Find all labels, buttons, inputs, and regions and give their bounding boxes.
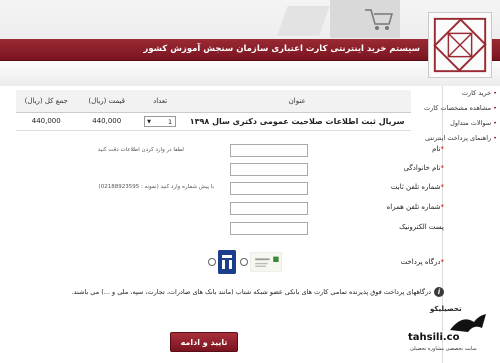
bullet-icon: • [493,119,497,127]
table-header-row: عنوان تعداد قیمت (ریال) جمع کل (ریال) [16,90,411,113]
purchase-form: *نام لطفا در وارد کردن اطلاعات دقت کنید … [8,142,444,363]
bullet-icon: • [493,104,497,112]
page-header: سیستم خرید اینترنتی کارت اعتباری سازمان … [0,0,500,86]
form-hint: لطفا در وارد کردن اطلاعات دقت کنید [97,147,184,153]
header-band [0,61,500,86]
gateway-info: iدرگاههای پرداخت فوق پذیرنده تمامی کارت … [14,287,444,297]
bullet-icon: • [493,134,497,142]
sidebar-item-label: مشاهده مشخصات کارت [423,104,492,112]
sidebar-item-faq[interactable]: •سوالات متداول [443,116,500,131]
price-cell: 440,000 [76,112,137,131]
phone-note: با پیش شماره وارد کنید (نمونه : 02188923… [98,184,214,190]
sidebar-item-label: سوالات متداول [450,119,492,127]
watermark-sub: سایت تخصصی مشاوره تحصیلی [410,346,477,352]
sidebar-item-buy-card[interactable]: •خرید کارت [443,86,500,101]
sidebar-item-label: خرید کارت [461,89,492,97]
product-title: سریال ثبت اطلاعات صلاحیت عمومی دکتری سال… [183,112,411,131]
gateway-radio-1[interactable] [240,258,248,266]
gateway-row: *درگاه پرداخت [8,248,444,278]
gateway-logo-1 [250,252,282,272]
sidebar-item-label: راهنمای پرداخت اینترنتی [425,134,492,142]
last-name-row: *نام خانوادگی [8,163,444,177]
cart-table: عنوان تعداد قیمت (ریال) جمع کل (ریال) سر… [16,90,411,131]
bullet-icon: • [493,89,497,97]
last-name-input[interactable] [230,163,308,176]
col-price: قیمت (ریال) [76,90,137,113]
email-input[interactable] [230,222,308,235]
watermark: تحصیلیکو tahsili.co سایت تخصصی مشاوره تح… [404,302,500,363]
col-title: عنوان [183,90,411,113]
phone-row: *شماره تلفن ثابت با پیش شماره وارد کنید … [8,182,444,196]
table-row: سریال ثبت اطلاعات صلاحیت عمومی دکتری سال… [16,112,411,131]
mobile-row: *شماره تلفن همراه [8,202,444,216]
last-name-label: *نام خانوادگی [403,164,444,172]
phone-label: *شماره تلفن ثابت [390,183,444,191]
email-row: پست الکترونیک [8,222,444,236]
col-qty: تعداد [136,90,184,113]
col-total: جمع کل (ریال) [16,90,77,113]
first-name-row: *نام لطفا در وارد کردن اطلاعات دقت کنید [8,144,444,158]
quantity-select[interactable]: 1 ▼ [144,115,177,127]
chevron-down-icon: ▼ [147,118,151,125]
watermark-brand: tahsili.co [408,332,460,343]
total-cell: 440,000 [16,112,77,131]
qty-cell: 1 ▼ [136,112,184,131]
phone-input[interactable] [230,182,308,195]
submit-button[interactable]: تایید و ادامه [170,332,238,352]
page-title: سیستم خرید اینترنتی کارت اعتباری سازمان … [143,44,420,54]
first-name-input[interactable] [230,144,308,157]
shopping-cart-graphic [276,0,400,38]
first-name-label: *نام [432,145,444,153]
info-icon: i [434,287,444,297]
mobile-input[interactable] [230,202,308,215]
organization-logo [428,12,492,78]
mobile-label: *شماره تلفن همراه [386,203,444,211]
gateway-label: *درگاه پرداخت [400,258,444,266]
sidebar-item-view-card[interactable]: •مشاهده مشخصات کارت [424,101,500,116]
sidebar-item-payment-guide[interactable]: •راهنمای پرداخت اینترنتی [425,131,500,146]
gateway-info-text: درگاههای پرداخت فوق پذیرنده تمامی کارت ه… [71,288,431,296]
watermark-fa: تحصیلیکو [430,305,462,313]
quantity-value: 1 [167,117,173,126]
gateway-radio-2[interactable] [208,258,216,266]
email-label: پست الکترونیک [399,223,444,231]
gateway-logo-2 [218,250,236,274]
